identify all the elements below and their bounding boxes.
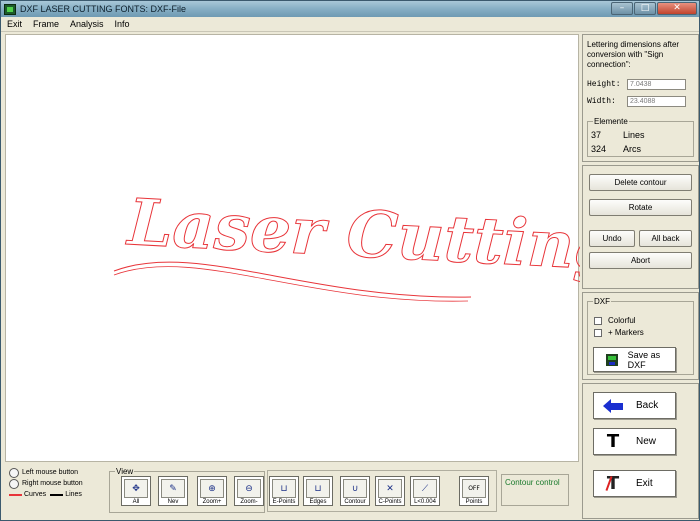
right-panel: Lettering dimensions after conversion wi… xyxy=(582,34,699,519)
delete-contour-button[interactable]: Delete contour xyxy=(589,174,692,191)
all-back-button[interactable]: All back xyxy=(639,230,692,247)
rotate-button[interactable]: Rotate xyxy=(589,199,692,216)
left-mouse-label: Left mouse button xyxy=(22,469,79,476)
minimize-button[interactable]: – xyxy=(611,2,633,15)
zoom-out-label: Zoom- xyxy=(240,499,258,505)
new-label: New xyxy=(636,436,657,447)
colorful-option[interactable]: Colorful xyxy=(594,316,636,325)
view-new-label: Nev xyxy=(167,499,179,505)
save-dxf-label: Save as DXF xyxy=(627,349,661,370)
contour-label: Contour xyxy=(344,499,366,505)
elements-legend: Elemente xyxy=(594,117,628,126)
elements-row-lines: 37 Lines xyxy=(591,130,645,140)
view-new-button[interactable]: ✎ Nev xyxy=(158,476,188,506)
view-legend: View xyxy=(116,467,134,476)
lines-label: Lines xyxy=(623,130,645,140)
back-button[interactable]: Back xyxy=(593,392,676,419)
maximize-button[interactable]: □ xyxy=(634,2,656,15)
right-mouse-icon xyxy=(9,478,19,489)
elements-row-arcs: 324 Arcs xyxy=(591,144,641,154)
zoom-in-button[interactable]: ⊕ Zoom+ xyxy=(197,476,227,506)
markers-checkbox[interactable] xyxy=(594,328,602,337)
contour-button[interactable]: ∪ Contour xyxy=(340,476,370,506)
curves-swatch xyxy=(9,493,22,496)
menu-exit[interactable]: Exit xyxy=(1,19,27,29)
edges-icon: ⊔ xyxy=(306,479,330,498)
zoom-out-icon: ⊖ xyxy=(237,479,261,498)
abort-button[interactable]: Abort xyxy=(589,252,692,269)
points-toggle-icon: OFF xyxy=(462,479,486,498)
nav-panel: Back T New T Exit xyxy=(582,383,699,519)
menu-analysis[interactable]: Analysis xyxy=(64,19,109,29)
zoom-in-label: Zoom+ xyxy=(202,499,222,505)
back-arrow-icon xyxy=(602,396,624,416)
contour-icon: ∪ xyxy=(343,479,367,498)
view-all-button[interactable]: ✥ All xyxy=(121,476,151,506)
exit-t-icon: T xyxy=(605,473,620,494)
window-title: DXF LASER CUTTING FONTS: DXF-File xyxy=(20,4,187,14)
arcs-label: Arcs xyxy=(623,144,641,154)
height-field: 7.0438 xyxy=(627,79,686,90)
exit-label: Exit xyxy=(636,478,653,489)
end-points-label: E-Points xyxy=(272,499,296,505)
left-mouse-icon xyxy=(9,467,19,478)
markers-label: + Markers xyxy=(608,328,644,337)
app-window: DXF LASER CUTTING FONTS: DXF-File – □ ✕ … xyxy=(0,0,700,521)
contour-control-label: Contour control xyxy=(501,474,569,506)
dimension-note: Lettering dimensions after conversion wi… xyxy=(587,40,680,69)
menu-frame[interactable]: Frame xyxy=(27,19,64,29)
edges-button[interactable]: ⊔ Edges xyxy=(303,476,333,506)
lines-count: 37 xyxy=(591,130,602,140)
cross-points-icon: ✕ xyxy=(378,479,402,498)
exit-button[interactable]: T Exit xyxy=(593,470,676,497)
drawing-canvas[interactable]: Laser Cutting xyxy=(5,34,580,462)
menu-info[interactable]: Info xyxy=(109,19,135,29)
edit-panel: Delete contour Rotate Undo All back Abor… xyxy=(582,165,699,289)
view-all-label: All xyxy=(132,499,140,505)
short-lines-button[interactable]: ⟋ L<0.004 xyxy=(410,476,440,506)
points-toggle-label: Points xyxy=(465,499,483,505)
menu-bar: Exit Frame Analysis Info xyxy=(1,17,699,32)
lines-swatch xyxy=(50,493,64,496)
zoom-in-icon: ⊕ xyxy=(200,479,224,498)
undo-button[interactable]: Undo xyxy=(589,230,635,247)
bottom-toolbar: Left mouse button Right mouse button Cur… xyxy=(5,464,579,520)
zoom-out-button[interactable]: ⊖ Zoom- xyxy=(234,476,264,506)
right-mouse-label: Right mouse button xyxy=(22,480,83,487)
cross-points-button[interactable]: ✕ C-Points xyxy=(375,476,405,506)
points-toggle-button[interactable]: OFF Points xyxy=(459,476,489,506)
dxf-legend: DXF xyxy=(594,297,610,306)
width-label: Width: xyxy=(587,97,616,106)
colorful-checkbox[interactable] xyxy=(594,316,602,325)
edges-label: Edges xyxy=(309,499,327,505)
back-label: Back xyxy=(636,400,659,411)
height-label: Height: xyxy=(587,80,621,89)
save-disk-icon xyxy=(602,350,622,370)
cross-points-label: C-Points xyxy=(378,499,402,505)
pencil-icon: ✎ xyxy=(161,479,185,498)
close-button[interactable]: ✕ xyxy=(657,2,697,15)
dxf-panel: DXF Colorful + Markers Save as DXF xyxy=(582,292,699,380)
mouse-legend: Left mouse button Right mouse button Cur… xyxy=(9,467,105,513)
arcs-count: 324 xyxy=(591,144,607,154)
lettering-preview: Laser Cutting xyxy=(124,185,580,286)
app-icon xyxy=(4,3,16,15)
title-bar: DXF LASER CUTTING FONTS: DXF-File – □ ✕ xyxy=(1,1,699,17)
new-button[interactable]: T New xyxy=(593,428,676,455)
end-points-icon: ⊔ xyxy=(272,479,296,498)
dimension-panel: Lettering dimensions after conversion wi… xyxy=(582,34,699,162)
lines-legend-label: Lines xyxy=(65,491,82,498)
move-arrows-icon: ✥ xyxy=(124,479,148,498)
save-dxf-button[interactable]: Save as DXF xyxy=(593,347,676,372)
short-lines-label: L<0.004 xyxy=(414,499,436,505)
colorful-label: Colorful xyxy=(608,316,636,325)
markers-option[interactable]: + Markers xyxy=(594,328,644,337)
width-field: 23.4088 xyxy=(627,96,686,107)
text-t-icon: T xyxy=(606,431,620,452)
short-line-icon: ⟋ xyxy=(413,479,437,498)
curves-label: Curves xyxy=(24,491,47,498)
end-points-button[interactable]: ⊔ E-Points xyxy=(269,476,299,506)
